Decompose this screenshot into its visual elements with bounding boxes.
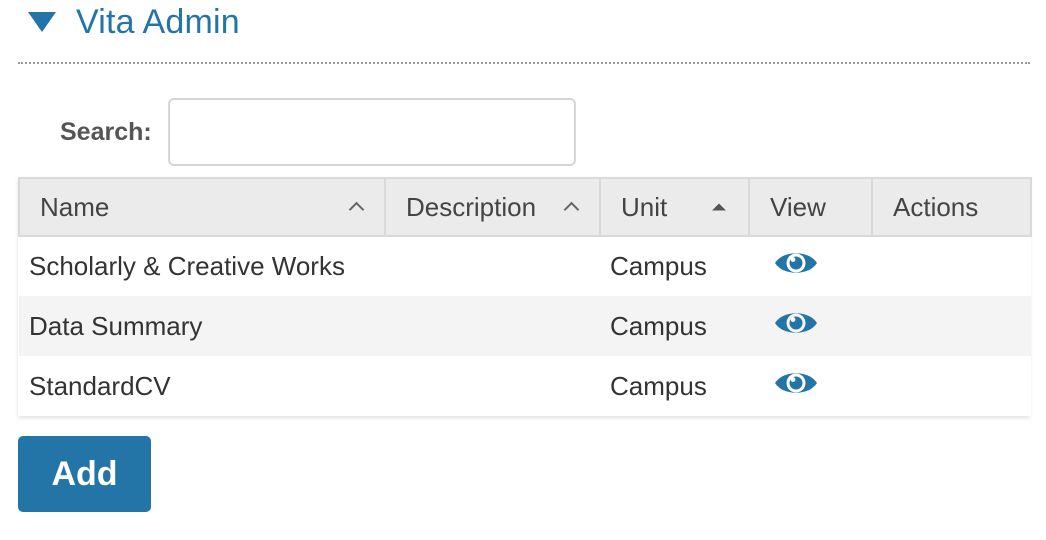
eye-icon[interactable]: [773, 247, 819, 286]
eye-icon[interactable]: [773, 307, 819, 346]
cell-description: [385, 296, 600, 356]
cell-view: [749, 296, 872, 356]
column-header-view: View: [748, 177, 873, 237]
table-header-row: Name Description Unit View Actions: [18, 177, 1032, 237]
cell-unit: Campus: [600, 236, 749, 296]
search-label: Search:: [60, 117, 152, 146]
column-header-label: Unit: [621, 191, 668, 222]
search-row: Search:: [60, 98, 576, 166]
cell-view: [749, 236, 872, 296]
cell-actions: [872, 296, 1031, 356]
vita-table: Name Description Unit View Actions Schol…: [18, 177, 1032, 416]
column-header-description[interactable]: Description: [384, 177, 601, 237]
column-header-label: Actions: [893, 191, 979, 222]
add-button[interactable]: Add: [18, 436, 151, 512]
sort-ascending-icon: [351, 199, 362, 215]
cell-actions: [872, 356, 1031, 416]
cell-actions: [872, 236, 1031, 296]
column-header-unit[interactable]: Unit: [599, 177, 750, 237]
eye-icon[interactable]: [773, 367, 819, 406]
section-header: Vita Admin: [18, 0, 1030, 64]
collapse-triangle-icon[interactable]: [28, 12, 56, 32]
column-header-label: View: [770, 191, 826, 222]
cell-name: Data Summary: [19, 296, 385, 356]
sort-active-ascending-icon: [712, 204, 726, 211]
table-row: Data Summary Campus: [19, 296, 1031, 356]
cell-description: [385, 236, 600, 296]
cell-unit: Campus: [600, 296, 749, 356]
cell-name: StandardCV: [19, 356, 385, 416]
column-header-name[interactable]: Name: [18, 177, 386, 237]
cell-description: [385, 356, 600, 416]
search-input[interactable]: [167, 98, 576, 166]
column-header-label: Name: [40, 191, 110, 222]
table-row: Scholarly & Creative Works Campus: [19, 236, 1031, 296]
column-header-actions: Actions: [871, 177, 1032, 237]
column-header-label: Description: [406, 191, 537, 222]
cell-unit: Campus: [600, 356, 749, 416]
sort-ascending-icon: [566, 199, 577, 215]
cell-name: Scholarly & Creative Works: [19, 236, 385, 296]
cell-view: [749, 356, 872, 416]
section-title[interactable]: Vita Admin: [76, 3, 240, 42]
table-row: StandardCV Campus: [19, 356, 1031, 416]
